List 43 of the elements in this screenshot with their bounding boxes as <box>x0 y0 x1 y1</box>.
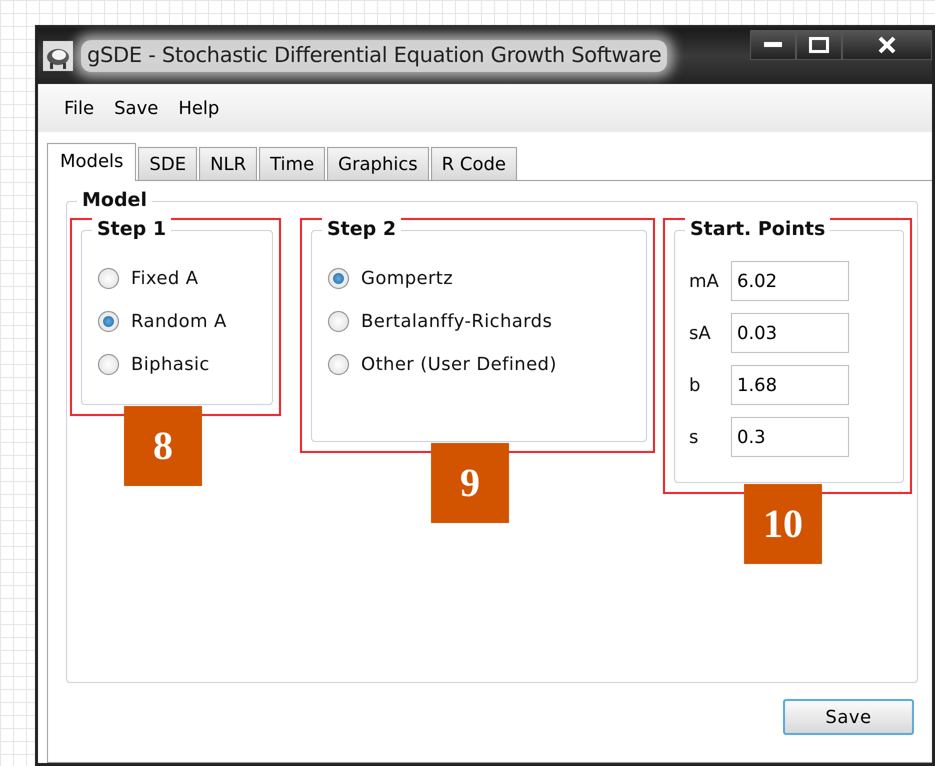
close-icon <box>878 36 896 54</box>
field-label: sA <box>689 322 712 346</box>
tab[interactable]: Time <box>259 147 326 180</box>
menu-item[interactable]: Help <box>172 92 226 124</box>
group-title: Step 1 <box>92 218 172 241</box>
menu-item[interactable]: File <box>58 92 100 124</box>
save-button[interactable]: Save <box>783 699 914 735</box>
maximize-icon <box>809 37 829 53</box>
annotation-number: 8 <box>124 406 202 486</box>
annotation-number: 9 <box>431 443 509 523</box>
close-button[interactable] <box>842 30 932 60</box>
radio-button[interactable] <box>98 354 119 375</box>
radio-label: Random A <box>131 310 227 334</box>
annotation-number: 10 <box>744 484 822 564</box>
radio-label: Other (User Defined) <box>361 353 557 377</box>
minimize-icon <box>764 42 782 48</box>
menu-item[interactable]: Save <box>108 92 164 124</box>
tab[interactable]: Graphics <box>327 147 429 180</box>
field-label: mA <box>689 270 720 294</box>
radio-button[interactable] <box>98 268 119 289</box>
window-title: gSDE - Stochastic Differential Equation Growth Software <box>81 40 668 72</box>
maximize-button[interactable] <box>796 30 842 60</box>
radio-label: Gompertz <box>361 267 454 291</box>
minimize-button[interactable] <box>750 30 796 60</box>
input-field[interactable]: 0.03 <box>731 313 849 353</box>
group-title: Step 2 <box>322 218 402 241</box>
app-icon <box>43 41 73 71</box>
radio-button[interactable] <box>328 311 349 332</box>
field-label: s <box>689 426 700 450</box>
tab[interactable]: Models <box>47 143 136 181</box>
tab[interactable]: SDE <box>138 147 198 180</box>
input-field[interactable]: 0.3 <box>731 417 849 457</box>
tab[interactable]: NLR <box>199 147 258 180</box>
radio-button[interactable] <box>328 268 349 289</box>
field-label: b <box>689 374 702 398</box>
radio-button[interactable] <box>328 354 349 375</box>
radio-label: Biphasic <box>131 353 210 377</box>
input-field[interactable]: 1.68 <box>731 365 849 405</box>
radio-label: Fixed A <box>131 267 198 291</box>
radio-label: Bertalanffy-Richards <box>361 310 552 334</box>
input-field[interactable]: 6.02 <box>731 261 849 301</box>
radio-button[interactable] <box>98 311 119 332</box>
tab[interactable]: R Code <box>430 147 517 180</box>
